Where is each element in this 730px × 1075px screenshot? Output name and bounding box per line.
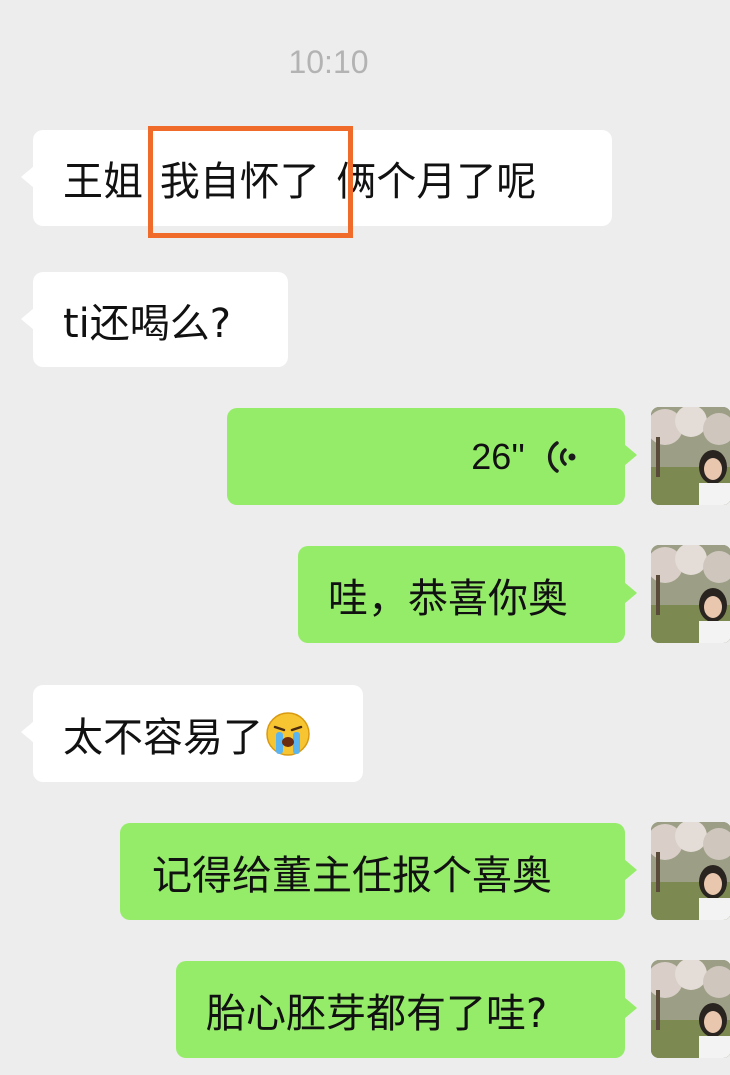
outgoing-voice-message[interactable]: 26'' <box>227 408 637 505</box>
highlight-box <box>148 126 353 238</box>
message-text: 哇，恭喜你奥 <box>328 575 568 622</box>
message-text: 记得给董主任报个喜奥 <box>152 852 552 899</box>
outgoing-message-bubble[interactable]: 胎心胚芽都有了哇? <box>176 961 637 1058</box>
crying-face-icon <box>265 711 311 757</box>
incoming-message-bubble[interactable]: 太不容易了 <box>21 685 363 782</box>
message-text: ti还喝么? <box>63 300 232 347</box>
user-avatar[interactable] <box>651 822 730 920</box>
user-avatar[interactable] <box>651 960 730 1058</box>
outgoing-message-bubble[interactable]: 哇，恭喜你奥 <box>298 546 637 643</box>
message-text: 太不容易了 <box>63 714 263 761</box>
message-timestamp: 10:10 <box>288 44 369 80</box>
voice-duration: 26'' <box>471 435 525 477</box>
incoming-message-bubble[interactable]: ti还喝么? <box>21 272 288 367</box>
message-text: 胎心胚芽都有了哇? <box>206 990 548 1037</box>
voice-wave-icon <box>545 437 579 477</box>
user-avatar[interactable] <box>651 545 730 643</box>
outgoing-message-bubble[interactable]: 记得给董主任报个喜奥 <box>120 823 637 920</box>
user-avatar[interactable] <box>651 407 730 505</box>
